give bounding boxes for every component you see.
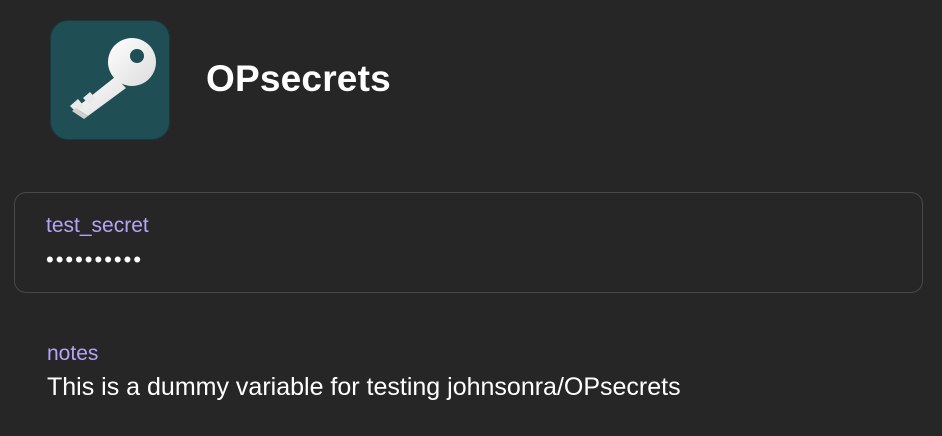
app-icon (50, 20, 170, 140)
key-icon (70, 38, 156, 119)
notes-label: notes (47, 342, 99, 365)
app-title: OPsecrets (206, 58, 391, 99)
secret-field-card[interactable]: test_secret •••••••••• (14, 192, 923, 293)
secret-field-value[interactable]: •••••••••• (46, 246, 143, 274)
secret-field-label: test_secret (46, 214, 149, 237)
notes-value: This is a dummy variable for testing joh… (47, 373, 681, 401)
